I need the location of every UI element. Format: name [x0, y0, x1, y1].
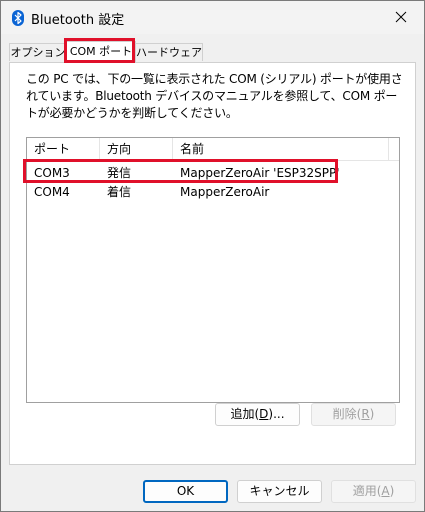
column-header-direction[interactable]: 方向 [100, 138, 173, 160]
close-icon [395, 11, 407, 23]
add-button-label: 追加( [230, 407, 260, 421]
ok-button[interactable]: OK [143, 480, 228, 503]
row-port: COM4 [34, 185, 70, 199]
remove-button-suffix: ) [369, 407, 375, 421]
add-button-suffix: )... [268, 407, 285, 421]
remove-button[interactable]: 削除(R) [311, 403, 396, 426]
tab-options[interactable]: オプション [9, 43, 67, 61]
tab-highlight-box [64, 38, 135, 63]
row-highlight-box [23, 159, 338, 183]
bluetooth-settings-window: Bluetooth 設定 オプション COM ポート ハードウェア この PC … [0, 0, 425, 512]
apply-button-label: 適用( [352, 484, 382, 498]
apply-button-suffix: ) [389, 484, 395, 498]
table-row[interactable]: COM4 着信 MapperZeroAir [27, 183, 399, 201]
bluetooth-icon [12, 10, 24, 26]
column-header-port[interactable]: ポート [27, 138, 100, 160]
window-title: Bluetooth 設定 [31, 13, 125, 28]
list-header: ポート 方向 名前 [27, 138, 399, 161]
com-ports-panel: この PC では、下の一覧に表示された COM (シリアル) ポートが使用されて… [9, 62, 416, 465]
vertical-scrollbar[interactable] [391, 138, 399, 402]
remove-button-accesskey: R [361, 407, 370, 421]
row-name: MapperZeroAir [180, 185, 270, 199]
tab-hardware[interactable]: ハードウェア [135, 43, 203, 61]
cancel-button[interactable]: キャンセル [237, 480, 322, 503]
row-direction: 着信 [107, 185, 132, 199]
title-bar[interactable]: Bluetooth 設定 [1, 1, 424, 34]
remove-button-label: 削除( [332, 407, 362, 421]
description-text: この PC では、下の一覧に表示された COM (シリアル) ポートが使用されて… [26, 72, 403, 120]
column-header-name[interactable]: 名前 [173, 138, 389, 160]
apply-button[interactable]: 適用(A) [331, 480, 416, 503]
close-button[interactable] [378, 1, 424, 33]
apply-button-accesskey: A [381, 484, 390, 498]
add-button[interactable]: 追加(D)... [215, 403, 300, 426]
